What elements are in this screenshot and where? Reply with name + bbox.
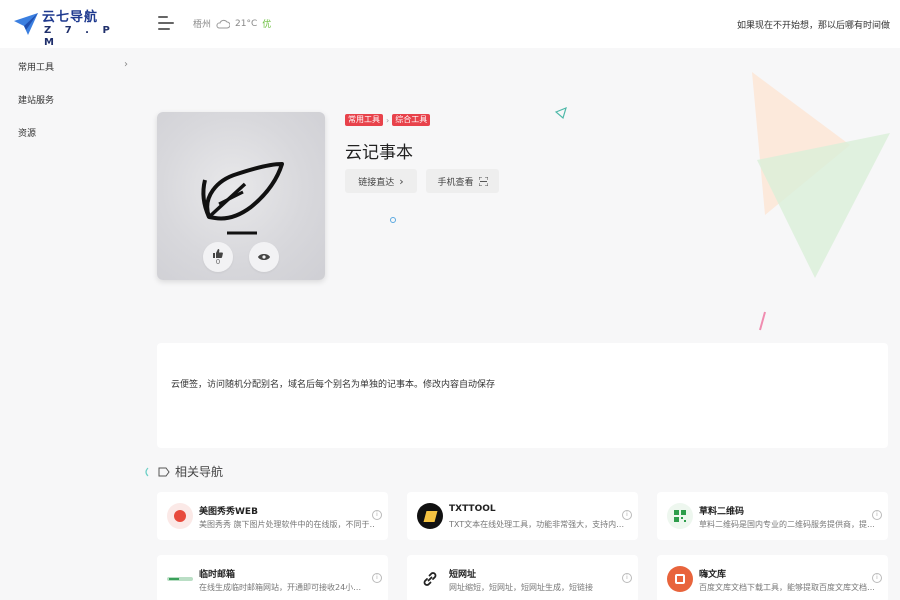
- related-card-meitu[interactable]: 美图秀秀WEB 美图秀秀 旗下图片处理软件中的在线版，不同于… i: [157, 492, 388, 540]
- decor-triangle-small: [554, 106, 567, 120]
- sidebar-item-site-services[interactable]: 建站服务: [18, 93, 130, 106]
- related-card-caoliao[interactable]: 草料二维码 草料二维码是国内专业的二维码服务提供商，提… i: [657, 492, 888, 540]
- cloud-icon: [216, 19, 231, 28]
- breadcrumb-separator: ›: [386, 115, 390, 125]
- tag-general-tools[interactable]: 综合工具: [392, 114, 431, 126]
- info-icon[interactable]: i: [622, 573, 632, 583]
- related-card-hiwenku[interactable]: 嗨文库 百度文库文档下载工具，能够提取百度文库文档… i: [657, 555, 888, 600]
- description-card: 云便签，访问随机分配别名，域名后每个别名为单独的记事本。修改内容自动保存: [157, 343, 888, 448]
- site-title: 云记事本: [345, 143, 413, 163]
- eye-icon: [258, 254, 270, 260]
- card-name: 美图秀秀WEB: [199, 507, 258, 517]
- txttool-icon: [417, 503, 443, 529]
- chevron-right-icon: ›: [399, 174, 404, 188]
- direct-link-label: 链接直达: [358, 177, 395, 188]
- card-name: 草料二维码: [699, 507, 745, 517]
- mobile-view-label: 手机查看: [437, 177, 474, 188]
- related-card-txttool[interactable]: TXTTOOL TXT文本在线处理工具，功能非常强大，支持内… i: [407, 492, 638, 540]
- card-name: 嗨文库: [699, 570, 727, 580]
- card-desc: 百度文库文档下载工具，能够提取百度文库文档…: [699, 583, 874, 592]
- hiwenku-icon: [667, 566, 693, 592]
- logo-domain: Z 7 . P M: [44, 25, 115, 48]
- sidebar-item-label: 常用工具: [18, 63, 55, 73]
- qr-scan-icon: [478, 176, 488, 186]
- view-button[interactable]: [249, 242, 279, 272]
- site-description: 云便签，访问随机分配别名，域名后每个别名为单独的记事本。修改内容自动保存: [171, 380, 496, 390]
- link-icon: [417, 566, 443, 592]
- sidebar-item-common-tools[interactable]: 常用工具 ›: [18, 59, 130, 73]
- decor-triangle-green: [757, 133, 890, 278]
- weather-city: 梧州: [193, 20, 212, 30]
- tag-common-tools[interactable]: 常用工具: [345, 114, 383, 126]
- sidebar: 常用工具 › 建站服务 资源: [0, 48, 140, 600]
- menu-toggle-icon[interactable]: [158, 16, 174, 30]
- sidebar-item-resources[interactable]: 资源: [18, 126, 130, 139]
- info-icon[interactable]: i: [372, 573, 382, 583]
- qrcode-icon: [667, 503, 693, 529]
- card-desc: 在线生成临时邮箱网站，开通即可接收24小…: [199, 583, 362, 592]
- sidebar-item-label: 资源: [18, 129, 37, 139]
- chevron-right-icon: ›: [124, 59, 128, 70]
- related-card-shorturl[interactable]: 短网址 网址缩短，短网址，短网址生成，短链接 i: [407, 555, 638, 600]
- info-icon[interactable]: i: [872, 573, 882, 583]
- decor-streak: [759, 311, 766, 331]
- decor-dot: [390, 217, 396, 223]
- tag-icon: [158, 467, 170, 476]
- card-desc: 网址缩短，短网址，短网址生成，短链接: [449, 583, 593, 592]
- feather-pen-icon: [201, 162, 284, 235]
- info-icon[interactable]: i: [372, 510, 382, 520]
- decor-triangle-orange: [752, 72, 850, 215]
- paper-plane-icon: [14, 13, 38, 35]
- mail-icon: [167, 566, 193, 592]
- info-icon[interactable]: i: [622, 510, 632, 520]
- top-header: 云七导航 Z 7 . P M 梧州 21°C 优 如果现在不开始想，那以后哪有时…: [0, 0, 900, 48]
- like-button[interactable]: 0: [203, 242, 233, 272]
- related-card-tempmail[interactable]: 临时邮箱 在线生成临时邮箱网站，开通即可接收24小… i: [157, 555, 388, 600]
- header-motto: 如果现在不开始想，那以后哪有时间做: [736, 21, 890, 31]
- related-nav-heading: 相关导航: [158, 463, 223, 480]
- card-name: TXTTOOL: [449, 504, 496, 514]
- direct-link-button[interactable]: 链接直达 ›: [345, 169, 417, 193]
- meitu-icon: [167, 503, 193, 529]
- card-desc: TXT文本在线处理工具，功能非常强大，支持内…: [449, 520, 624, 529]
- like-count: 0: [215, 257, 221, 266]
- card-name: 临时邮箱: [199, 570, 236, 580]
- air-quality: 优: [262, 20, 272, 30]
- related-nav-title: 相关导航: [175, 465, 224, 479]
- weather-widget[interactable]: 梧州 21°C 优: [193, 17, 272, 31]
- logo-text: 云七导航: [42, 10, 99, 25]
- card-desc: 美图秀秀 旗下图片处理软件中的在线版，不同于…: [199, 520, 374, 529]
- mobile-view-button[interactable]: 手机查看: [426, 169, 499, 193]
- info-icon[interactable]: i: [872, 510, 882, 520]
- site-thumbnail: 0: [157, 112, 325, 280]
- site-logo[interactable]: 云七导航 Z 7 . P M: [14, 10, 130, 48]
- card-desc: 草料二维码是国内专业的二维码服务提供商，提…: [699, 520, 874, 529]
- sidebar-item-label: 建站服务: [18, 96, 55, 106]
- weather-temperature: 21°C: [235, 18, 258, 29]
- thumbs-up-icon: [213, 248, 223, 258]
- decor-arc: [145, 467, 149, 477]
- card-name: 短网址: [449, 570, 477, 580]
- category-breadcrumb: 常用工具 › 综合工具: [345, 114, 431, 126]
